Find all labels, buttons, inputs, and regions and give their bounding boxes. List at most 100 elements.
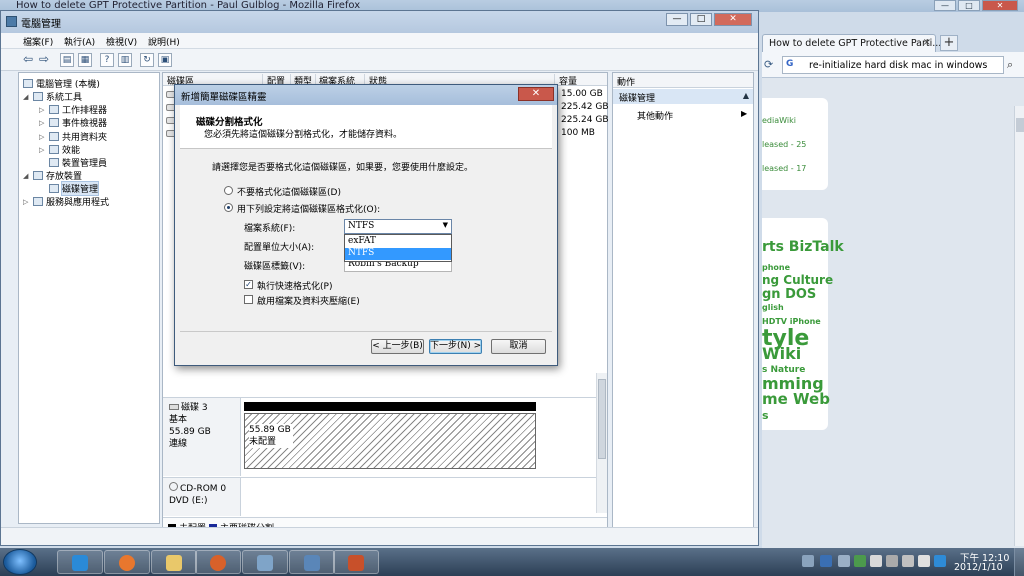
page-fragment[interactable]: ediaWiki [762, 116, 796, 125]
menu-file[interactable]: 檔案(F) [23, 35, 53, 48]
tag-link[interactable]: rts BizTalk [762, 240, 844, 254]
show-desktop-button[interactable] [1014, 548, 1024, 576]
expand-icon[interactable]: ▷ [39, 119, 47, 127]
flag-icon[interactable] [886, 555, 898, 567]
tree-device-manager[interactable]: 裝置管理員 [49, 156, 107, 169]
menu-help[interactable]: 說明(H) [148, 35, 180, 48]
cdrom-info[interactable]: CD-ROM 0 DVD (E:) [163, 478, 241, 516]
tree-root[interactable]: 電腦管理 (本機) [23, 77, 100, 90]
tag-link[interactable]: gn DOS [762, 288, 816, 301]
expand-icon[interactable]: ▷ [23, 198, 31, 206]
firefox-minimize-button[interactable]: — [934, 0, 956, 11]
tree-task-scheduler[interactable]: ▷ 工作排程器 [39, 103, 107, 116]
wizard-step-title: 磁碟分割格式化 [196, 117, 263, 128]
tree-services-apps[interactable]: ▷ 服務與應用程式 [23, 195, 109, 208]
tree-disk-management[interactable]: 磁碟管理 [49, 181, 100, 196]
properties-icon[interactable]: ▥ [118, 53, 132, 67]
firefox-maximize-button[interactable]: □ [958, 0, 980, 11]
volume-capacity: 15.00 GB [561, 89, 603, 99]
tag-link[interactable]: glish [762, 304, 784, 312]
firefox-icon[interactable] [104, 550, 150, 574]
internet-explorer-icon[interactable] [57, 550, 103, 574]
collapse-icon[interactable]: ◢ [23, 93, 31, 101]
disk-3-info[interactable]: 磁碟 3 基本 55.89 GB 連線 [163, 398, 241, 476]
expand-icon[interactable]: ▷ [39, 133, 47, 141]
tree-event-viewer[interactable]: ▷ 事件檢視器 [39, 116, 107, 129]
show-hide-tree-icon[interactable]: ▦ [78, 53, 92, 67]
expand-icon[interactable]: ▷ [39, 146, 47, 154]
actions-section[interactable]: 磁碟管理 ▲ [613, 89, 753, 104]
collapse-icon[interactable]: ◢ [23, 172, 31, 180]
filesystem-select[interactable]: NTFS ▼ [344, 219, 452, 234]
format-radio[interactable] [224, 203, 233, 212]
start-button[interactable] [3, 549, 37, 575]
computer-management-icon[interactable] [242, 550, 288, 574]
refresh-icon[interactable]: ↻ [140, 53, 154, 67]
collapse-up-icon[interactable]: ▲ [743, 91, 749, 100]
explorer-icon[interactable] [151, 550, 197, 574]
tag-link[interactable]: phone [762, 264, 790, 272]
tray-icon[interactable] [854, 555, 866, 567]
remote-desktop-icon[interactable] [289, 550, 335, 574]
search-go-icon[interactable]: ⌕ [1007, 58, 1013, 72]
search-input[interactable]: G re-initialize hard disk mac in windows [782, 56, 1004, 74]
unallocated-partition[interactable]: 55.89 GB 未配置 [244, 413, 536, 469]
page-fragment[interactable]: leased - 25 [762, 140, 806, 149]
compression-label[interactable]: 啟用檔案及資料夾壓縮(E) [257, 294, 360, 307]
col-capacity[interactable]: 容量 [559, 74, 607, 87]
compression-checkbox[interactable] [244, 295, 253, 304]
tree-storage[interactable]: ◢ 存放裝置 [23, 169, 82, 182]
volume-icon[interactable] [918, 555, 930, 567]
tag-link[interactable]: ng Culture [762, 274, 833, 286]
tree-system-tools[interactable]: ◢ 系統工具 [23, 90, 82, 103]
cm-minimize-button[interactable]: — [666, 13, 688, 26]
filesystem-option-ntfs[interactable]: NTFS [345, 248, 451, 260]
export-icon[interactable]: ▣ [158, 53, 172, 67]
up-folder-icon[interactable]: ▤ [60, 53, 74, 67]
back-icon[interactable]: ⇦ [21, 53, 35, 67]
wizard-titlebar: 新增簡單磁碟區精靈 ✕ [175, 85, 557, 105]
filesystem-option-exfat[interactable]: exFAT [345, 236, 451, 248]
cm-close-button[interactable]: ✕ [714, 13, 752, 26]
page-scrollbar[interactable] [1014, 106, 1024, 546]
tree-shared-folders[interactable]: ▷ 共用資料夾 [39, 130, 107, 143]
dropdown-arrow-icon[interactable]: ▼ [443, 221, 448, 229]
tree-performance[interactable]: ▷ 效能 [39, 143, 80, 156]
menu-view[interactable]: 檢視(V) [106, 35, 137, 48]
tab-close-icon[interactable]: × [923, 37, 931, 48]
tag-link[interactable]: HDTV iPhone [762, 318, 821, 326]
tag-link[interactable]: me Web [762, 392, 830, 407]
firefox-close-button[interactable]: ✕ [982, 0, 1018, 11]
next-button[interactable]: 下一步(N) > [429, 339, 482, 354]
help-icon[interactable]: ? [100, 53, 114, 67]
format-label[interactable]: 用下列設定將這個磁碟區格式化(O): [237, 202, 380, 215]
expand-icon[interactable]: ▷ [39, 106, 47, 114]
powerpoint-icon[interactable] [333, 550, 379, 574]
no-format-radio[interactable] [224, 186, 233, 195]
dropbox-icon[interactable] [934, 555, 946, 567]
disk-scrollbar[interactable] [596, 373, 607, 513]
usb-icon[interactable] [870, 555, 882, 567]
quick-format-checkbox[interactable]: ✓ [244, 280, 253, 289]
tray-icon[interactable] [838, 555, 850, 567]
quick-format-label[interactable]: 執行快速格式化(P) [257, 279, 332, 292]
firefox-window-icon[interactable] [195, 550, 241, 574]
tag-link[interactable]: s [762, 410, 769, 421]
reload-icon[interactable]: ⟳ [764, 58, 773, 71]
firefox-tab[interactable]: How to delete GPT Protective Parti... × [762, 34, 941, 53]
new-tab-button[interactable]: + [940, 35, 958, 51]
no-format-label[interactable]: 不要格式化這個磁碟區(D) [237, 185, 341, 198]
menu-action[interactable]: 執行(A) [64, 35, 95, 48]
clock-date[interactable]: 2012/1/10 [954, 562, 1003, 573]
back-button[interactable]: < 上一步(B) [371, 339, 424, 354]
network-icon[interactable] [902, 555, 914, 567]
forward-icon[interactable]: ⇨ [37, 53, 51, 67]
tag-link[interactable]: Wiki [762, 346, 801, 362]
help-tray-icon[interactable] [820, 555, 832, 567]
page-fragment[interactable]: leased - 17 [762, 164, 806, 173]
tray-icon[interactable] [802, 555, 814, 567]
more-actions[interactable]: 其他動作 [637, 109, 673, 122]
cm-maximize-button[interactable]: □ [690, 13, 712, 26]
wizard-close-button[interactable]: ✕ [518, 87, 554, 101]
cancel-button[interactable]: 取消 [491, 339, 546, 354]
